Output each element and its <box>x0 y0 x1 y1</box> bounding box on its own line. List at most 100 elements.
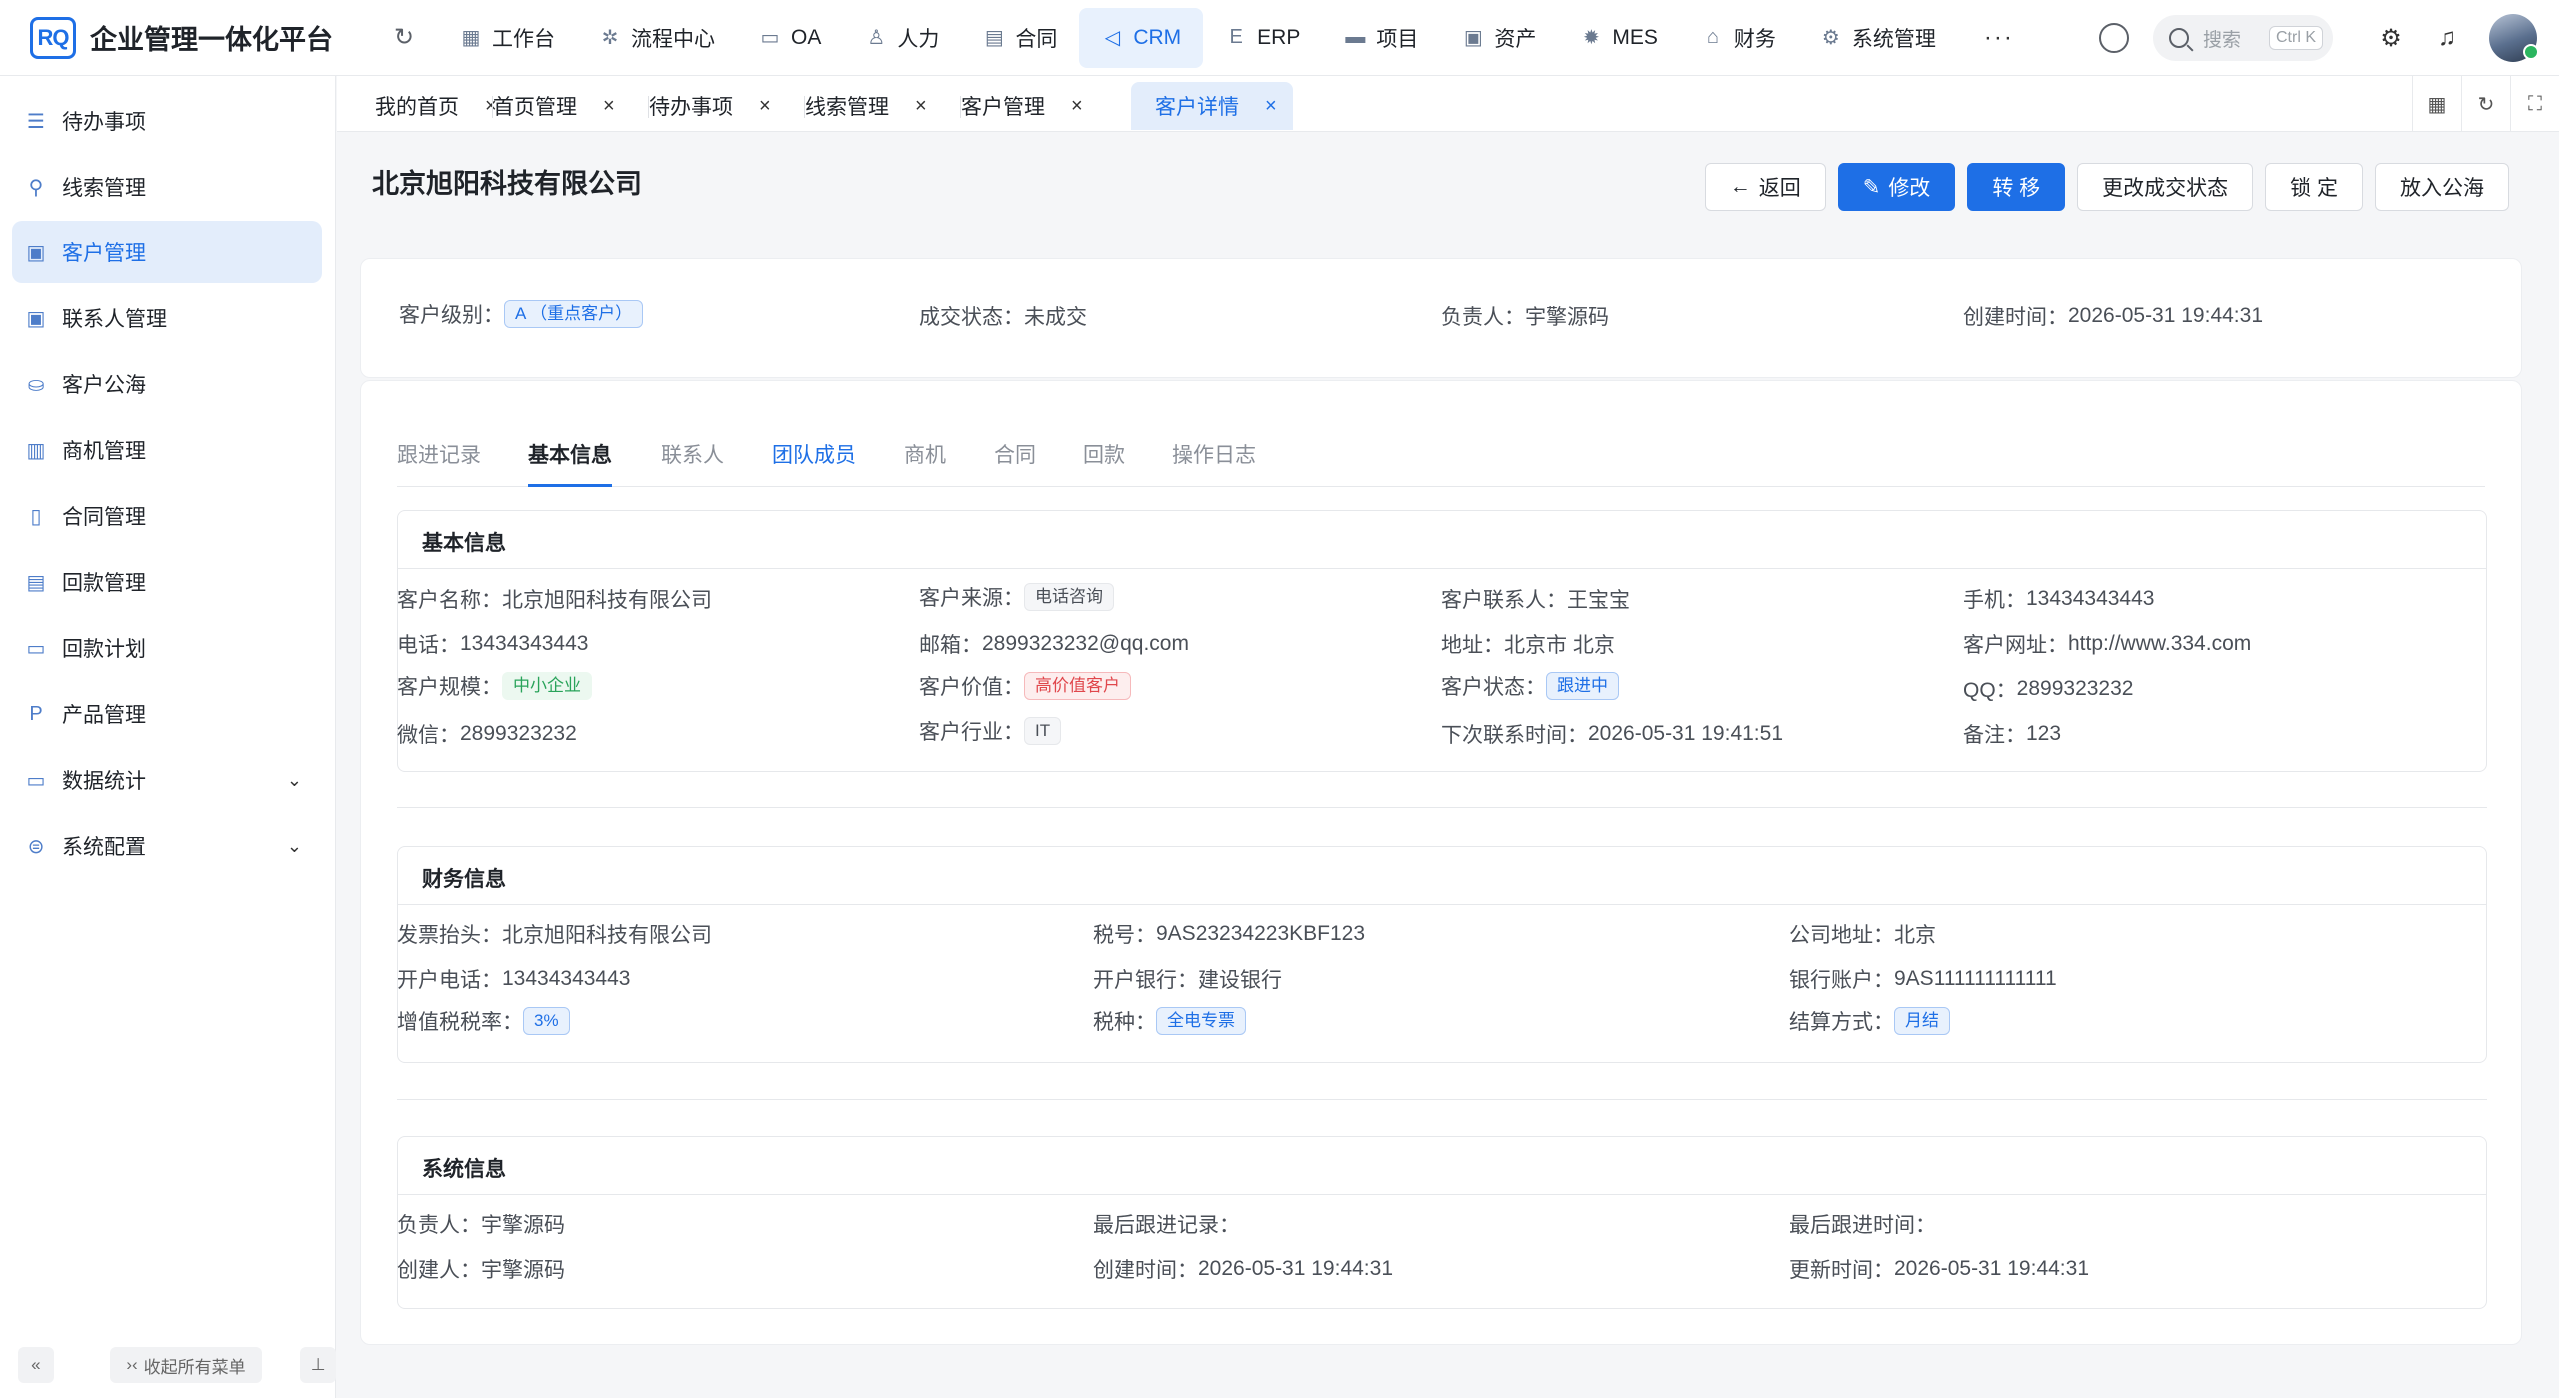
nav-item-crm[interactable]: ◁ CRM <box>1079 7 1204 68</box>
nav-item-finance[interactable]: ⌂ 财务 <box>1680 8 1798 68</box>
tab-label: 待办事项 <box>649 96 733 119</box>
nav-item-workbench[interactable]: ▦ 工作台 <box>438 8 577 68</box>
sidebar-item-contracts[interactable]: ▯ 合同管理 <box>12 485 322 547</box>
field-label: 成交状态： <box>919 306 1024 329</box>
tab-leads[interactable]: 线索管理 × <box>767 82 943 130</box>
field-settlement: 结算方式： 月结 <box>1789 1006 1950 1036</box>
field-updated-time: 更新时间： 2026-05-31 19:44:31 <box>1789 1254 2089 1284</box>
nav-item-erp[interactable]: E ERP <box>1203 8 1322 68</box>
tab-label: 我的首页 <box>375 96 459 119</box>
nav-item-system[interactable]: ⚙ 系统管理 <box>1798 8 1958 68</box>
tab-basic-info[interactable]: 基本信息 <box>528 421 612 487</box>
nav-label: 合同 <box>1015 27 1058 51</box>
vat-tag: 3% <box>523 1007 570 1035</box>
move-to-pool-button[interactable]: 放入公海 <box>2375 163 2509 211</box>
tab-opportunities[interactable]: 商机 <box>904 421 946 487</box>
bell-icon[interactable]: ♫ <box>2419 24 2475 52</box>
field-value: 13434343443 <box>502 967 631 990</box>
crm-icon: ◁ <box>1104 27 1121 49</box>
sidebar-item-opportunities[interactable]: ▥ 商机管理 <box>12 419 322 481</box>
tab-operation-log[interactable]: 操作日志 <box>1172 421 1256 487</box>
field-value-level: 客户价值： 高价值客户 <box>919 671 1131 701</box>
fullscreen-icon[interactable]: ⛶ <box>2510 76 2559 132</box>
field-label: 负责人： <box>397 1214 481 1237</box>
nav-item-oa[interactable]: ▭ OA <box>737 8 843 68</box>
sidebar-item-public-pool[interactable]: ⛀ 客户公海 <box>12 353 322 415</box>
nav-item-mes[interactable]: ✹ MES <box>1558 8 1680 68</box>
nav-item-project[interactable]: ▬ 项目 <box>1322 8 1440 68</box>
field-value: 9AS111111111111 <box>1894 967 2057 990</box>
app-logo[interactable]: RQ 企业管理一体化平台 <box>30 16 370 59</box>
close-icon[interactable]: × <box>1265 95 1277 118</box>
tab-customer-detail[interactable]: 客户详情 × <box>1131 82 1293 130</box>
tab-home-manage[interactable]: 首页管理 × <box>455 82 631 130</box>
nav-label: 资产 <box>1494 27 1537 51</box>
settings-icon[interactable]: ⚙ <box>2363 24 2419 53</box>
nav-label: OA <box>791 25 822 49</box>
edit-button[interactable]: ✎ 修改 <box>1837 163 1956 211</box>
field-mobile: 手机： 13434343443 <box>1963 584 2154 614</box>
collapse-all-menus-button[interactable]: ›‹ 收起所有菜单 <box>109 1347 263 1383</box>
tab-team-members[interactable]: 团队成员 <box>772 421 856 487</box>
change-deal-status-button[interactable]: 更改成交状态 <box>2077 163 2254 211</box>
source-tag: 电话咨询 <box>1024 583 1114 611</box>
nav-label: MES <box>1612 25 1658 49</box>
sidebar-item-contacts[interactable]: ▣ 联系人管理 <box>12 287 322 349</box>
sidebar-item-label: 数据统计 <box>62 770 146 793</box>
sidebar-item-label: 待办事项 <box>62 111 146 134</box>
collapse-sidebar-icon[interactable]: « <box>18 1347 54 1383</box>
more-icon[interactable]: ··· <box>1958 24 2040 52</box>
field-label: 客户级别： <box>399 304 504 327</box>
field-value: 13434343443 <box>460 632 589 655</box>
nav-item-contract[interactable]: ▤ 合同 <box>961 8 1079 68</box>
nav-item-hr[interactable]: ♙ 人力 <box>843 8 961 68</box>
industry-tag: IT <box>1024 717 1062 745</box>
field-value: 2026-05-31 19:44:31 <box>1894 1257 2089 1280</box>
chat-icon[interactable] <box>2099 23 2129 53</box>
sidebar-item-customers[interactable]: ▣ 客户管理 <box>12 221 322 283</box>
field-value: 2026-05-31 19:41:51 <box>1588 722 1783 745</box>
refresh-icon[interactable]: ↻ <box>2461 76 2510 132</box>
sidebar-item-label: 联系人管理 <box>62 308 167 331</box>
customer-icon: ▣ <box>26 241 46 264</box>
tab-contacts[interactable]: 联系人 <box>661 421 724 487</box>
tab-todo[interactable]: 待办事项 × <box>611 82 787 130</box>
sidebar-item-statistics[interactable]: ▭ 数据统计 ⌄ <box>12 749 322 811</box>
sidebar-item-payments[interactable]: ▤ 回款管理 <box>12 551 322 613</box>
field-tax-number: 税号： 9AS23234223KBF123 <box>1093 919 1365 949</box>
layout-grid-icon[interactable]: ▦ <box>2412 76 2461 132</box>
refresh-icon[interactable]: ↻ <box>394 23 424 52</box>
tab-customers[interactable]: 客户管理 × <box>923 82 1099 130</box>
tab-follow-up[interactable]: 跟进记录 <box>397 421 481 487</box>
bus-icon: ▥ <box>26 439 46 462</box>
sidebar-item-products[interactable]: P 产品管理 <box>12 683 322 745</box>
sidebar-item-todo[interactable]: ☰ 待办事项 <box>12 90 322 152</box>
search-input[interactable]: 搜索 Ctrl K <box>2153 15 2333 61</box>
field-contact: 客户联系人： 王宝宝 <box>1441 584 1630 614</box>
sidebar-item-config[interactable]: ⊜ 系统配置 ⌄ <box>12 815 322 877</box>
sidebar-item-label: 客户公海 <box>62 374 146 397</box>
summary-deal-status: 成交状态： 未成交 <box>919 301 1087 331</box>
field-owner: 负责人： 宇擎源码 <box>397 1209 565 1239</box>
back-button[interactable]: ← 返回 <box>1704 163 1826 211</box>
avatar[interactable] <box>2489 14 2539 62</box>
transfer-button[interactable]: 转 移 <box>1967 163 2066 211</box>
nav-label: 工作台 <box>492 27 555 51</box>
field-label: 公司地址： <box>1789 924 1894 947</box>
tab-contracts[interactable]: 合同 <box>994 421 1036 487</box>
field-label: 客户状态： <box>1441 676 1546 699</box>
field-value: 宇擎源码 <box>481 1214 565 1237</box>
field-label: 创建时间： <box>1963 306 2068 329</box>
nav-item-flow[interactable]: ✲ 流程中心 <box>577 8 737 68</box>
sidebar-item-label: 线索管理 <box>62 177 146 200</box>
field-value: 北京市 北京 <box>1504 634 1615 657</box>
lock-button[interactable]: 锁 定 <box>2265 163 2363 211</box>
tab-payments[interactable]: 回款 <box>1083 421 1125 487</box>
sidebar-footer: « ›‹ 收起所有菜单 ⊥ <box>0 1332 337 1398</box>
contact-icon: ▣ <box>26 307 46 330</box>
nav-item-asset[interactable]: ▣ 资产 <box>1440 8 1558 68</box>
sidebar-item-leads[interactable]: ⚲ 线索管理 <box>12 156 322 218</box>
close-icon[interactable]: × <box>1071 95 1083 118</box>
sidebar-item-payment-plan[interactable]: ▭ 回款计划 <box>12 617 322 679</box>
pin-icon[interactable]: ⊥ <box>300 1347 337 1383</box>
